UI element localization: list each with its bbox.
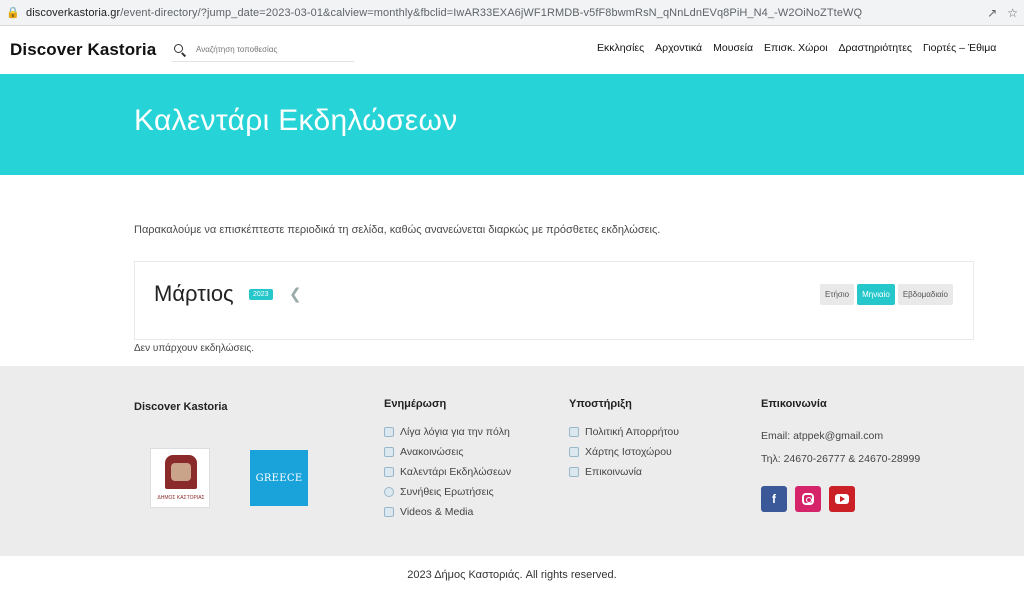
list-item[interactable]: Λίγα λόγια για την πόλη <box>384 422 511 442</box>
nav-item-activities[interactable]: Δραστηριότητες <box>839 42 912 54</box>
announcement-icon <box>384 447 394 457</box>
search-input[interactable] <box>196 45 346 54</box>
nav-item-festivals[interactable]: Γιορτές – Έθιμα <box>923 42 996 54</box>
hero-banner: Καλεντάρι Εκδηλώσεων <box>0 74 1024 175</box>
footer-support-title: Υποστήριξη <box>569 398 632 410</box>
lock-icon <box>569 427 579 437</box>
site-footer: Discover Kastoria ΔΗΜΟΣ ΚΑΣΤΟΡΙΑΣ GREECE… <box>0 366 1024 556</box>
calendar-panel: Μάρτιος 2023 ❮ Ετήσιο Μηνιαίο Εβδομαδιαί… <box>134 261 974 340</box>
footer-info-list: Λίγα λόγια για την πόλη Ανακοινώσεις Καλ… <box>384 422 511 522</box>
url-text[interactable]: discoverkastoria.gr/event-directory/?jum… <box>26 7 987 19</box>
list-item[interactable]: Καλεντάρι Εκδηλώσεων <box>384 462 511 482</box>
main-nav: Εκκλησίες Αρχοντικά Μουσεία Επισκ. Χώροι… <box>597 42 1007 54</box>
refresh-notice: Παρακαλούμε να επισκέπτεστε περιοδικά τη… <box>134 224 661 236</box>
contact-icon <box>569 467 579 477</box>
facebook-icon[interactable]: f <box>761 486 787 512</box>
browser-address-bar[interactable]: 🔒 discoverkastoria.gr/event-directory/?j… <box>0 0 1024 26</box>
copyright-text: 2023 Δήμος Καστοριάς. All rights reserve… <box>407 569 617 581</box>
faq-icon <box>384 487 394 497</box>
kastoria-logo-caption: ΔΗΜΟΣ ΚΑΣΤΟΡΙΑΣ <box>157 495 205 501</box>
view-yearly-button[interactable]: Ετήσιο <box>819 284 855 305</box>
view-monthly-button[interactable]: Μηνιαίο <box>857 284 895 305</box>
footer-support-list: Πολιτική Απορρήτου Χάρτης Ιστοχώρου Επικ… <box>569 422 679 482</box>
kastoria-municipality-logo[interactable]: ΔΗΜΟΣ ΚΑΣΤΟΡΙΑΣ <box>150 448 210 508</box>
list-item[interactable]: Πολιτική Απορρήτου <box>569 422 679 442</box>
castle-icon <box>165 455 197 489</box>
footer-info-title: Ενημέρωση <box>384 398 447 410</box>
list-item[interactable]: Επικοινωνία <box>569 462 679 482</box>
url-host: discoverkastoria.gr <box>26 6 121 19</box>
footer-brand: Discover Kastoria <box>134 401 228 413</box>
nav-item-museums[interactable]: Μουσεία <box>713 42 753 54</box>
lock-icon: 🔒 <box>6 7 20 19</box>
list-item[interactable]: Συνήθεις Ερωτήσεις <box>384 482 511 502</box>
instagram-icon[interactable] <box>795 486 821 512</box>
list-item[interactable]: Χάρτης Ιστοχώρου <box>569 442 679 462</box>
footer-contact-title: Επικοινωνία <box>761 398 827 410</box>
calendar-view-switcher: Ετήσιο Μηνιαίο Εβδομαδιαίο <box>819 284 953 305</box>
nav-item-sites[interactable]: Επισκ. Χώροι <box>764 42 828 54</box>
city-icon <box>384 427 394 437</box>
url-path: /event-directory/?jump_date=2023-03-01&c… <box>120 6 863 19</box>
sitemap-icon <box>569 447 579 457</box>
nav-item-mansions[interactable]: Αρχοντικά <box>655 42 702 54</box>
list-item[interactable]: Ανακοινώσεις <box>384 442 511 462</box>
no-events-message: Δεν υπάρχουν εκδηλώσεις. <box>134 343 254 354</box>
calendar-year-badge: 2023 <box>249 289 273 300</box>
site-header: Discover Kastoria Εκκλησίες Αρχοντικά Μο… <box>0 26 1024 74</box>
bookmark-star-icon[interactable]: ☆ <box>1007 6 1018 20</box>
page-title: Καλεντάρι Εκδηλώσεων <box>134 104 458 137</box>
contact-phone[interactable]: Τηλ: 24670-26777 & 24670-28999 <box>761 453 920 465</box>
site-brand[interactable]: Discover Kastoria <box>10 40 156 60</box>
calendar-month: Μάρτιος <box>154 281 234 306</box>
contact-email[interactable]: Email: atppek@gmail.com <box>761 430 883 442</box>
greece-logo[interactable]: GREECE <box>250 450 308 506</box>
youtube-icon[interactable] <box>829 486 855 512</box>
search-icon[interactable] <box>172 42 188 58</box>
list-item[interactable]: Videos & Media <box>384 502 511 522</box>
share-icon[interactable]: ↗ <box>987 6 997 20</box>
search-box[interactable] <box>172 38 354 62</box>
video-icon <box>384 507 394 517</box>
chevron-left-icon[interactable]: ❮ <box>289 285 302 303</box>
view-weekly-button[interactable]: Εβδομαδιαίο <box>897 284 953 305</box>
social-links: f <box>761 486 855 512</box>
nav-item-churches[interactable]: Εκκλησίες <box>597 42 644 54</box>
calendar-icon <box>384 467 394 477</box>
